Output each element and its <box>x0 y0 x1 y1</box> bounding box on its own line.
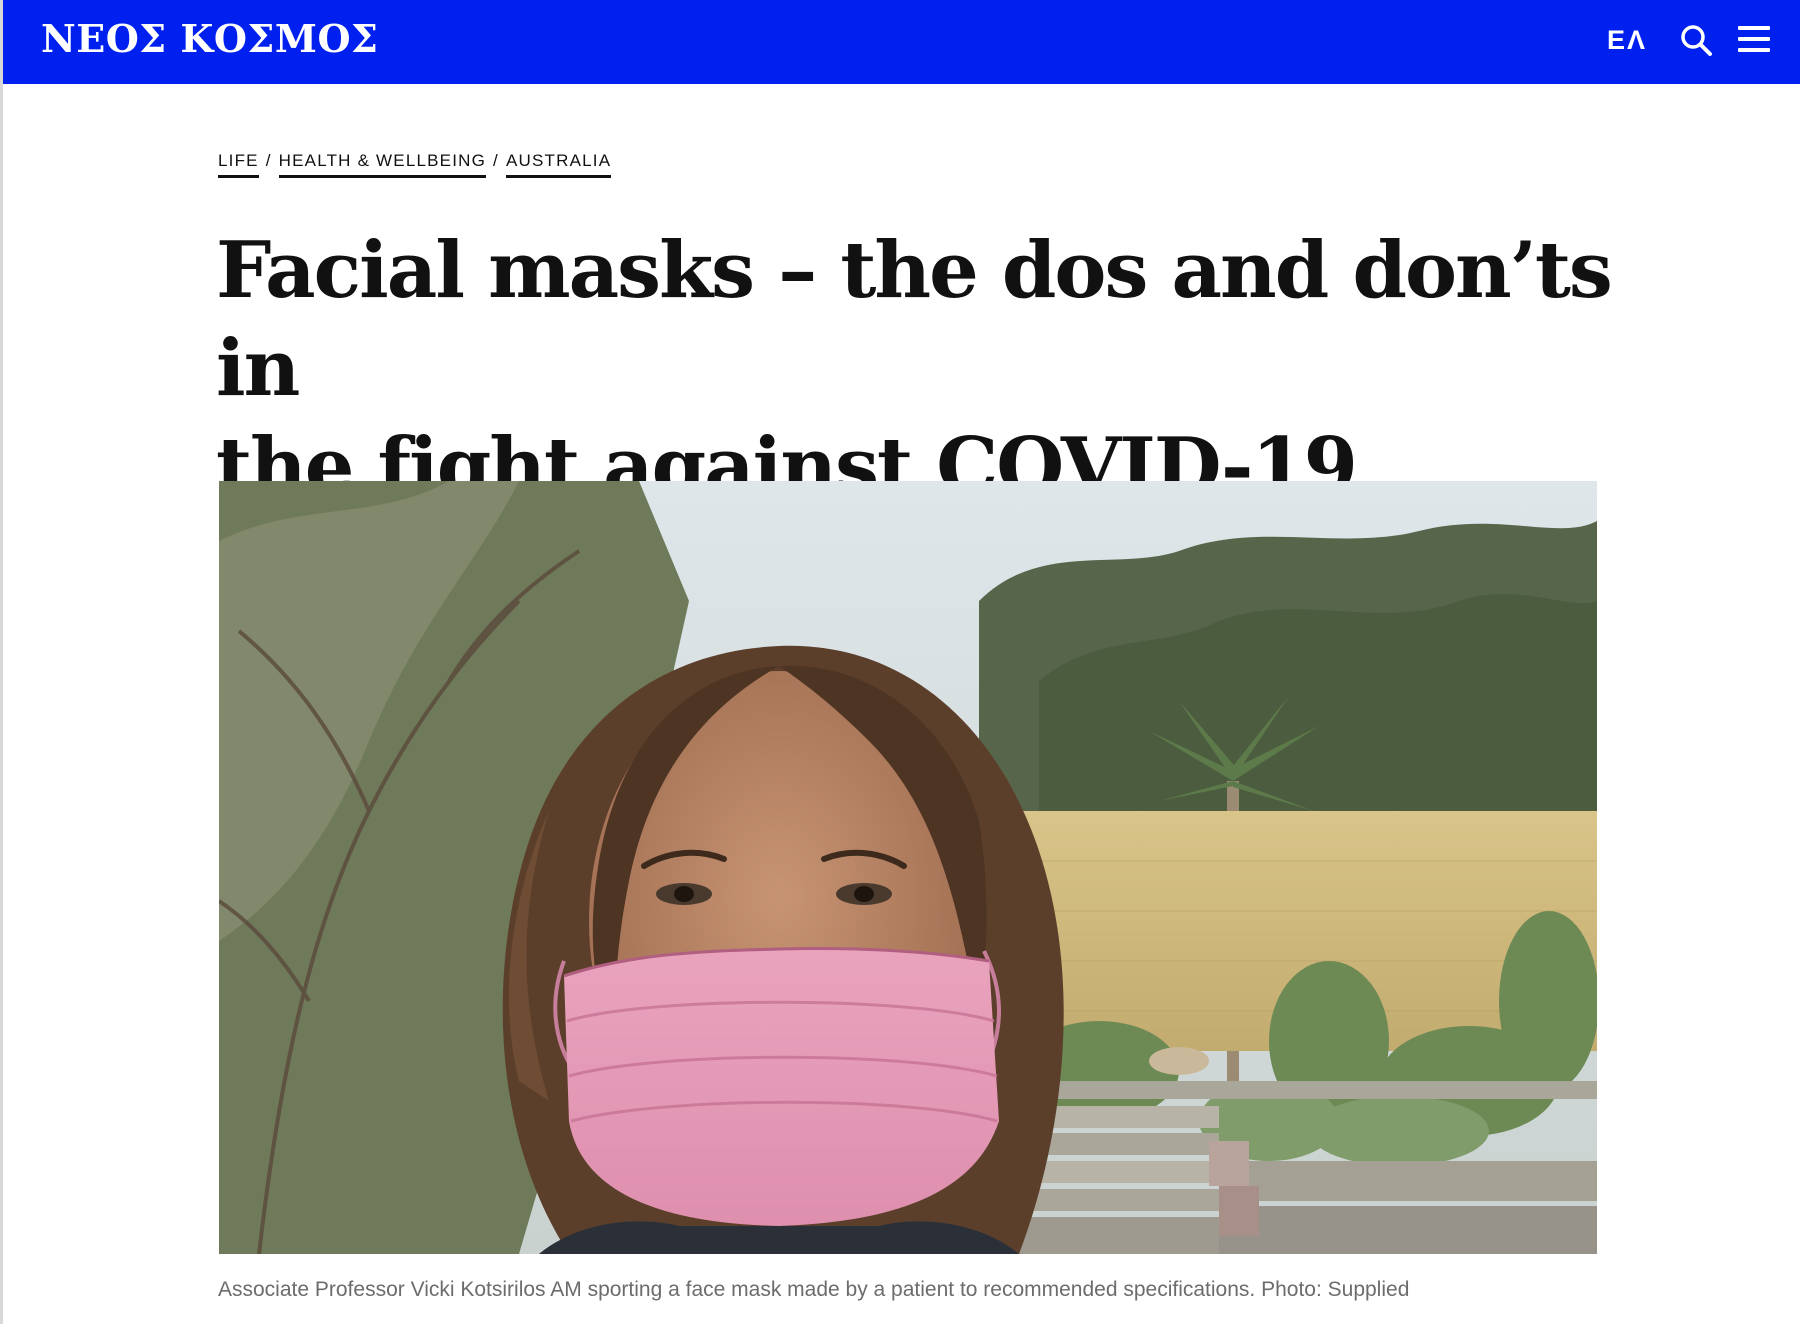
breadcrumb: LIFE / HEALTH & WELLBEING / AUSTRALIA <box>218 149 612 178</box>
breadcrumb-item-australia[interactable]: AUSTRALIA <box>505 151 612 178</box>
article-headline: Facial masks – the dos and don’ts in the… <box>216 222 1616 516</box>
hero-image <box>219 481 1597 1254</box>
menu-button[interactable] <box>1736 23 1772 55</box>
hero-photo-illustration <box>219 481 1597 1254</box>
search-icon <box>1681 25 1712 56</box>
language-toggle[interactable]: ΕΛ <box>1607 22 1647 58</box>
breadcrumb-item-health-wellbeing[interactable]: HEALTH & WELLBEING <box>278 151 487 178</box>
breadcrumb-item-life[interactable]: LIFE <box>218 151 259 178</box>
breadcrumb-separator: / <box>493 151 499 170</box>
headline-line-1: Facial masks – the dos and don’ts in <box>216 225 1613 414</box>
site-logo[interactable]: ΝΕΟΣ ΚΟΣΜΟΣ <box>41 14 378 64</box>
image-caption: Associate Professor Vicki Kotsirilos AM … <box>218 1278 1410 1301</box>
breadcrumb-separator: / <box>265 151 272 170</box>
window-left-edge <box>0 0 3 1324</box>
search-button[interactable] <box>1678 22 1714 58</box>
site-header: ΝΕΟΣ ΚΟΣΜΟΣ ΕΛ <box>3 0 1800 84</box>
hamburger-menu-icon <box>1738 26 1770 52</box>
